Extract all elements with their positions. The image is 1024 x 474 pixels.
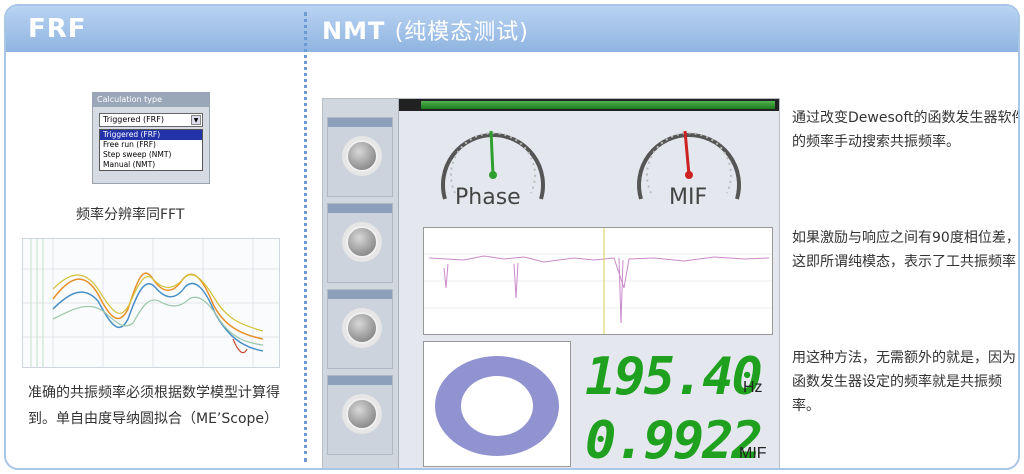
chevron-down-icon[interactable]: ▼: [191, 115, 201, 125]
calc-option[interactable]: Step sweep (NMT): [100, 150, 202, 160]
frf-curves: [23, 239, 279, 367]
knob-card: [327, 375, 393, 455]
fine-knob[interactable]: [346, 398, 378, 430]
frequency-knob[interactable]: [346, 226, 378, 258]
offset-knob[interactable]: [346, 312, 378, 344]
frf-curve-chart: [22, 238, 280, 368]
calculation-type-box: Calculation type Triggered (FRF) ▼ Trigg…: [92, 92, 210, 184]
calc-option[interactable]: Free run (FRF): [100, 140, 202, 150]
calculation-type-selected: Triggered (FRF): [103, 115, 164, 124]
nmt-subtitle: (纯模态测试): [394, 20, 529, 45]
nmt-title-text: NMT: [322, 17, 386, 45]
frf-title: FRF: [28, 14, 87, 44]
status-bar: [399, 99, 779, 111]
knob-card: [327, 117, 393, 197]
calc-option[interactable]: Triggered (FRF): [100, 130, 202, 140]
calc-option[interactable]: Manual (NMT): [100, 160, 202, 170]
phase-gauge-label: Phase: [455, 185, 521, 210]
mif-readout: 0.9922: [585, 411, 763, 470]
frequency-unit: Hz: [743, 379, 763, 396]
frf-caption-resolution: 频率分辨率同FFT: [76, 207, 185, 223]
level-bar: [421, 101, 775, 109]
control-sidebar: [323, 99, 399, 468]
calculation-type-header: Calculation type: [93, 93, 209, 107]
mif-unit: MIF: [739, 445, 767, 462]
phase-trace-plot: [423, 227, 773, 335]
nmt-text-phase: 如果激励与响应之间有90度相位差，这即所谓纯模态，表示了工共振频率: [792, 230, 1020, 270]
nmt-text-generator: 用这种方法，无需额外的就是，因为函数发生器设定的频率就是共振频率。: [792, 350, 1016, 414]
nmt-panel: Phase MIF 195.40 Hz 0.9922 MIF 通过改变Dewes…: [306, 52, 1020, 470]
amplitude-knob[interactable]: [346, 140, 378, 172]
calculation-type-dropdown: Triggered (FRF) Free run (FRF) Step swee…: [99, 129, 203, 171]
frf-panel: Calculation type Triggered (FRF) ▼ Trigg…: [6, 52, 302, 468]
phase-trace: [424, 228, 772, 334]
frf-caption-method: 准确的共振频率必须根据数学模型计算得到。单自由度导纳圆拟合（ME’Scope）: [28, 385, 280, 427]
lissajous-ellipse: [435, 356, 559, 456]
mif-gauge-label: MIF: [669, 185, 708, 210]
lissajous-plot: [423, 341, 571, 467]
nmt-title: NMT (纯模态测试): [322, 14, 529, 46]
dewesoft-screen: Phase MIF 195.40 Hz 0.9922 MIF: [322, 98, 780, 470]
knob-card: [327, 289, 393, 369]
calculation-type-select[interactable]: Triggered (FRF) ▼: [99, 113, 203, 127]
header-bar: FRF NMT (纯模态测试): [6, 6, 1018, 52]
nmt-text-manual-search: 通过改变Dewesoft的函数发生器软件的频率手动搜索共振频率。: [792, 110, 1020, 150]
frequency-readout: 195.40: [585, 347, 763, 407]
slide-frame: FRF NMT (纯模态测试) Calculation type Trigger…: [4, 4, 1020, 470]
knob-card: [327, 203, 393, 283]
